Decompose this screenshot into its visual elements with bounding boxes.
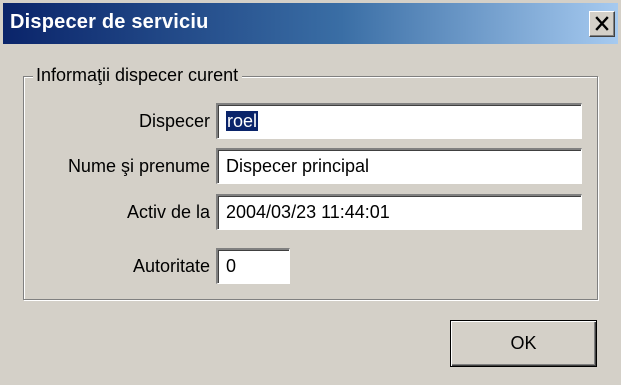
full-name-label: Nume şi prenume [67, 156, 210, 176]
close-button[interactable] [589, 11, 615, 37]
title-bar[interactable]: Dispecer de serviciu [3, 3, 618, 44]
close-icon [595, 16, 609, 31]
dispatcher-input-value: roel [226, 111, 259, 131]
dispatcher-label: Dispecer [138, 111, 210, 131]
authority-input[interactable]: 0 [216, 248, 290, 284]
groupbox-legend: Informaţii dispecer curent [33, 64, 243, 86]
dialog-window: Dispecer de serviciu Informaţii dispecer… [0, 0, 621, 385]
window-title: Dispecer de serviciu [10, 11, 209, 33]
full-name-input[interactable]: Dispecer principal [216, 148, 582, 184]
authority-label: Autoritate [132, 256, 210, 276]
active-since-label: Activ de la [126, 202, 210, 222]
active-since-input[interactable]: 2004/03/23 11:44:01 [216, 194, 582, 230]
ok-button[interactable]: OK [450, 320, 597, 367]
dispatcher-input[interactable]: roel [216, 103, 582, 139]
